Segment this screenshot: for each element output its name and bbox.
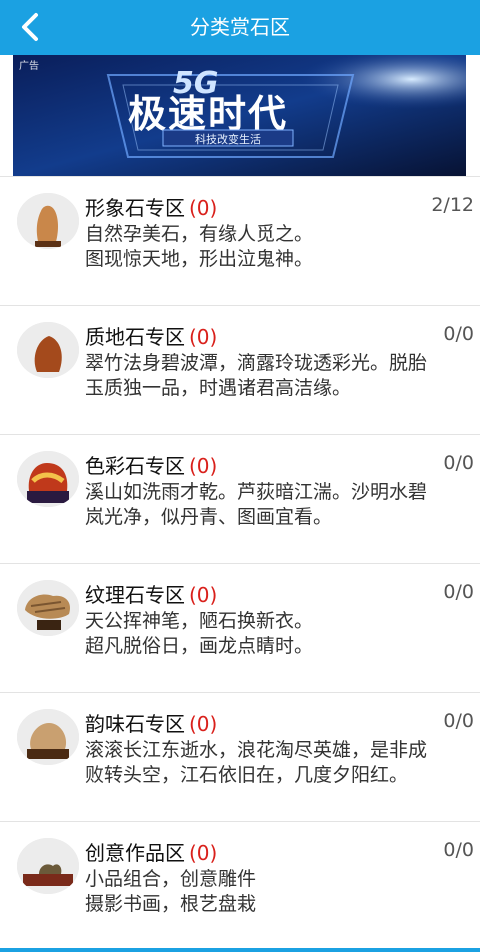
category-item-texture-stone[interactable]: 质地石专区 (0) 0/0 翠竹法身碧波潭，滴露玲珑透彩光。脱胎 玉质独一品，时遇诸… (0, 305, 480, 433)
category-count: (0) (189, 841, 218, 865)
stone-thumbnail (17, 709, 79, 765)
banner-slogan: 科技改变生活 (195, 132, 261, 146)
bottom-bar (0, 948, 480, 952)
category-description: 小品组合，创意雕件 摄影书画，根艺盘栽 (85, 868, 257, 915)
stone-thumbnail (17, 580, 79, 636)
top-bar: 分类赏石区 (0, 0, 480, 55)
category-item-charm-stone[interactable]: 韵味石专区 (0) 0/0 滚滚长江东逝水，浪花淘尽英雄，是非成 败转头空，江石依旧… (0, 692, 480, 820)
stone-thumbnail (17, 322, 79, 378)
category-name: 质地石专区 (0) (85, 325, 218, 349)
category-count: (0) (189, 454, 218, 478)
category-item-pattern-stone[interactable]: 纹理石专区 (0) 0/0 天公挥神笔，陋石换新衣。 超凡脱俗日，画龙点睛时。 (0, 563, 480, 691)
category-item-creative-works[interactable]: 创意作品区 (0) 0/0 小品组合，创意雕件 摄影书画，根艺盘栽 (0, 821, 480, 949)
category-description: 天公挥神笔，陋石换新衣。 超凡脱俗日，画龙点睛时。 (85, 610, 314, 657)
category-count: (0) (189, 712, 218, 736)
category-description: 自然孕美石，有缘人觅之。 图现惊天地，形出泣鬼神。 (85, 223, 314, 270)
category-name: 形象石专区 (0) (85, 196, 218, 220)
category-description: 滚滚长江东逝水，浪花淘尽英雄，是非成 败转头空，江石依旧在，几度夕阳红。 (85, 739, 428, 786)
stone-thumbnail (17, 451, 79, 507)
stone-thumbnail (17, 193, 79, 249)
category-name: 创意作品区 (0) (85, 841, 218, 865)
category-item-image-stone[interactable]: 形象石专区 (0) 2/12 自然孕美石，有缘人觅之。 图现惊天地，形出泣鬼神。 (0, 176, 480, 304)
ad-label: 广告 (19, 61, 39, 72)
category-ratio: 2/12 (431, 194, 474, 216)
category-item-color-stone[interactable]: 色彩石专区 (0) 0/0 溪山如洗雨才乾。芦荻暗江湍。沙明水碧 岚光净，似丹青、图… (0, 434, 480, 562)
banner-headline: 极速时代 (128, 92, 288, 136)
category-description: 溪山如洗雨才乾。芦荻暗江湍。沙明水碧 岚光净，似丹青、图画宜看。 (85, 481, 428, 528)
category-name: 纹理石专区 (0) (85, 583, 218, 607)
page-title: 分类赏石区 (190, 15, 290, 39)
category-ratio: 0/0 (443, 581, 474, 603)
ad-banner[interactable]: 5G 极速时代 科技改变生活 广告 (13, 55, 466, 176)
category-ratio: 0/0 (443, 452, 474, 474)
banner-image: 5G 极速时代 科技改变生活 (13, 55, 466, 176)
category-count: (0) (189, 196, 218, 220)
category-description: 翠竹法身碧波潭，滴露玲珑透彩光。脱胎 玉质独一品，时遇诸君高洁缘。 (85, 352, 428, 399)
category-name: 色彩石专区 (0) (85, 454, 218, 478)
stone-thumbnail (17, 838, 79, 894)
category-count: (0) (189, 325, 218, 349)
category-ratio: 0/0 (443, 839, 474, 861)
category-ratio: 0/0 (443, 323, 474, 345)
category-name: 韵味石专区 (0) (85, 712, 218, 736)
category-count: (0) (189, 583, 218, 607)
category-ratio: 0/0 (443, 710, 474, 732)
